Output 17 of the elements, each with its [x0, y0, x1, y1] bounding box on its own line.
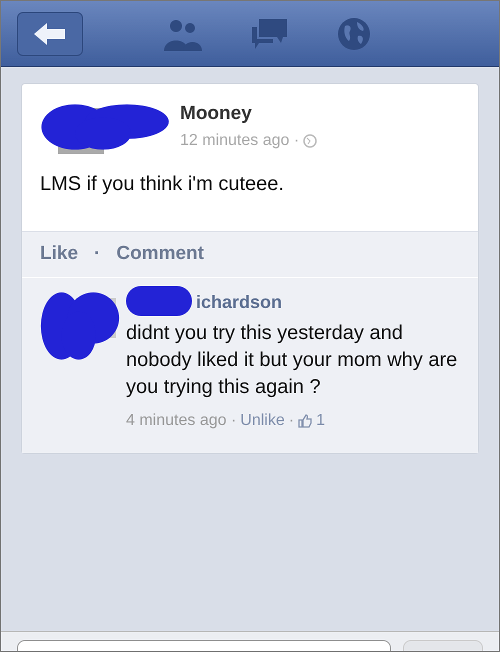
back-arrow-icon: [32, 20, 68, 46]
redaction-mark: [126, 286, 192, 316]
author-name[interactable]: Mooney: [180, 100, 318, 128]
like-count: 1: [316, 410, 325, 430]
chat-bubbles-icon[interactable]: [251, 16, 289, 50]
commenter-name[interactable]: ichardson: [196, 288, 282, 316]
action-link[interactable]: Comment: [116, 240, 204, 268]
comment-time: 4 minutes ago ·: [126, 410, 236, 430]
comment-text: didnt you try this yesterday and nobody liked it but your mom why are you trying this again ?: [126, 320, 458, 400]
back-button[interactable]: [17, 12, 83, 56]
action-link[interactable]: Like: [40, 240, 78, 268]
thumbs-up-icon: [298, 414, 312, 428]
separator-dot: ·: [94, 242, 100, 266]
post-text: LMS if you think i'm cuteee.: [39, 172, 285, 196]
separator-dot: ·: [288, 410, 294, 430]
post-time: 12 minutes ago ·: [180, 130, 300, 150]
unlike-link[interactable]: Unlike: [240, 408, 285, 432]
